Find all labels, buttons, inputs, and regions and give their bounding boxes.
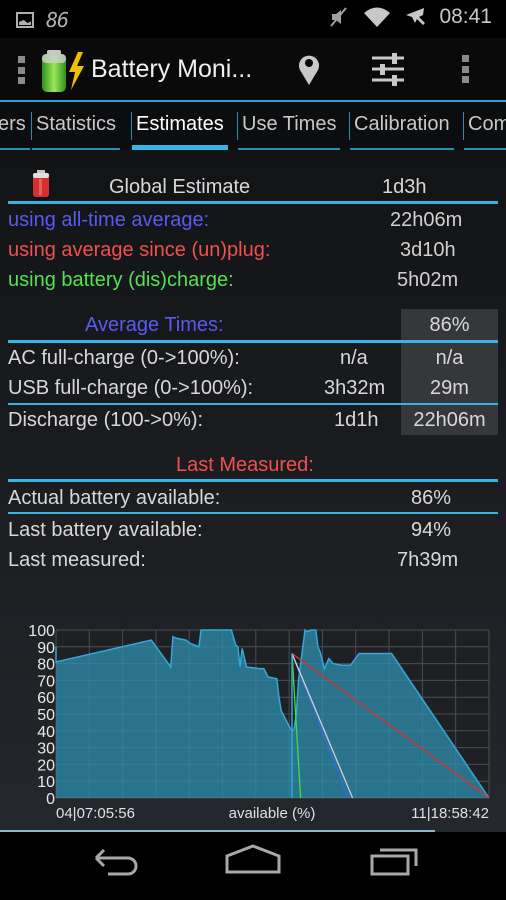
average-label: USB full-charge (0->100%):	[8, 377, 254, 399]
tab-label: Calibration	[354, 113, 450, 135]
last-label: Actual battery available:	[8, 487, 221, 509]
status-bar: 86 08:41	[0, 0, 506, 38]
average-row-ac: AC full-charge (0->100%): n/a n/a	[8, 343, 498, 373]
y-tick-label: 10	[37, 774, 55, 791]
average-value: n/a	[340, 347, 368, 369]
estimate-value: 3d10h	[400, 239, 456, 261]
divider	[8, 512, 498, 514]
tab-others[interactable]: ers	[0, 102, 30, 150]
chart-svg: 0102030405060708090100 04|07:05:56 avail…	[28, 623, 490, 822]
estimate-label: using battery (dis)charge:	[8, 269, 234, 291]
last-measured-header: Last Measured:	[8, 450, 498, 480]
y-tick-label: 50	[37, 707, 55, 724]
y-tick-label: 80	[37, 657, 55, 674]
y-tick-label: 100	[28, 623, 55, 640]
average-value-at-level: n/a	[435, 347, 464, 369]
average-value: 3h32m	[324, 377, 386, 399]
average-row-discharge: Discharge (100->0%): 1d1h 22h06m	[8, 405, 498, 435]
drawer-icon[interactable]	[18, 56, 25, 84]
y-tick-label: 30	[37, 741, 55, 758]
tab-compare[interactable]: Com	[462, 102, 506, 150]
tab-estimates[interactable]: Estimates	[131, 102, 228, 150]
last-row-time: Last measured: 7h39m	[8, 545, 498, 575]
image-notification-icon	[16, 12, 34, 28]
tab-strip: ers Statistics Estimates Use Times Calib…	[0, 100, 506, 150]
average-times-header: Average Times: 86%	[8, 310, 498, 340]
x-axis-label: available (%)	[229, 805, 316, 822]
y-tick-label: 40	[37, 724, 55, 741]
global-estimate-value: 1d3h	[382, 176, 427, 198]
back-icon[interactable]	[84, 844, 144, 884]
tab-label: Use Times	[242, 113, 337, 135]
y-tick-label: 90	[37, 640, 55, 657]
app-title: Battery Moni...	[91, 55, 253, 83]
average-value: 1d1h	[334, 409, 379, 431]
last-value: 94%	[411, 519, 452, 541]
home-icon[interactable]	[223, 844, 283, 884]
last-row-actual: Actual battery available: 86%	[8, 483, 498, 513]
airplane-icon	[406, 8, 426, 25]
overflow-menu-icon[interactable]	[462, 55, 469, 83]
wifi-icon	[364, 7, 391, 27]
last-label: Last battery available:	[8, 519, 203, 541]
estimate-value: 5h02m	[397, 269, 459, 291]
divider	[8, 479, 498, 482]
tab-label: Estimates	[136, 113, 224, 135]
tab-label: ers	[0, 113, 26, 135]
global-estimate-row: Global Estimate 1d3h	[8, 172, 498, 202]
average-value-at-level: 22h06m	[413, 409, 486, 431]
average-label: Discharge (100->0%):	[8, 409, 204, 431]
recents-icon[interactable]	[366, 844, 426, 884]
average-times-title: Average Times:	[85, 314, 224, 336]
estimate-label: using all-time average:	[8, 209, 210, 231]
tab-label: Com	[468, 113, 506, 135]
location-pin-icon[interactable]	[296, 52, 322, 86]
mute-icon	[330, 7, 348, 27]
tab-statistics[interactable]: Statistics	[30, 102, 121, 150]
settings-sliders-icon[interactable]	[370, 52, 406, 86]
navigation-bar	[0, 832, 506, 900]
y-tick-label: 60	[37, 690, 55, 707]
average-row-usb: USB full-charge (0->100%): 3h32m 29m	[8, 373, 498, 403]
divider	[8, 201, 498, 204]
y-tick-label: 0	[46, 791, 55, 808]
current-level: 86%	[429, 314, 470, 336]
x-end-label: 11|18:58:42	[411, 805, 489, 822]
estimate-label: using average since (un)plug:	[8, 239, 271, 261]
y-tick-label: 70	[37, 673, 55, 690]
action-bar: Battery Moni...	[0, 38, 506, 100]
last-label: Last measured:	[8, 549, 146, 571]
estimate-value: 22h06m	[390, 209, 463, 231]
last-value: 7h39m	[397, 549, 459, 571]
clock: 08:41	[439, 5, 492, 28]
average-label: AC full-charge (0->100%):	[8, 347, 240, 369]
estimate-row-since-unplug: using average since (un)plug: 3d10h	[8, 235, 498, 265]
tab-use-times[interactable]: Use Times	[236, 102, 341, 150]
estimates-content: Global Estimate 1d3h using all-time aver…	[0, 150, 506, 832]
y-tick-label: 20	[37, 757, 55, 774]
battery-history-chart[interactable]: 0 10 20 30 40 50 60 70 80 90 100 04|07:05:56 avail…	[0, 608, 506, 832]
x-start-label: 04|07:05:56	[56, 805, 135, 822]
estimate-row-discharge: using battery (dis)charge: 5h02m	[8, 265, 498, 295]
tab-calibration[interactable]: Calibration	[349, 102, 454, 150]
battery-lightning-icon[interactable]	[38, 48, 88, 94]
tab-label: Statistics	[36, 113, 117, 135]
last-value: 86%	[411, 487, 452, 509]
average-value-at-level: 29m	[430, 377, 469, 399]
estimate-row-all-time: using all-time average: 22h06m	[8, 205, 498, 235]
global-estimate-title: Global Estimate	[109, 176, 251, 198]
last-row-previous: Last battery available: 94%	[8, 515, 498, 545]
last-measured-title: Last Measured:	[176, 454, 314, 476]
battery-level-indicator: 86	[46, 8, 69, 32]
y-axis-ticks: 0102030405060708090100	[28, 623, 55, 808]
